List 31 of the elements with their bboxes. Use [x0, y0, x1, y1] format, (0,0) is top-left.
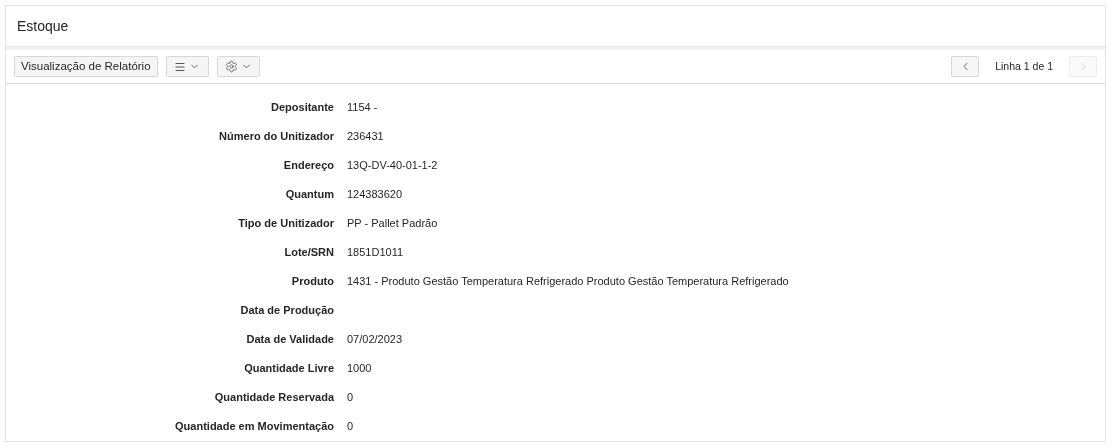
field-label: Quantidade em Movimentação — [174, 419, 334, 435]
field-label: Depositante — [270, 100, 334, 116]
field-label: Lote/SRN — [283, 245, 334, 261]
actions-menu-button[interactable] — [165, 56, 209, 78]
field-value: 0 — [347, 419, 354, 435]
field-label: Data de Validade — [245, 332, 334, 348]
field-label: Quantidade Reservada — [213, 390, 334, 406]
field-value: PP - Pallet Padrão — [347, 216, 438, 232]
field-label: Endereço — [282, 158, 334, 174]
previous-page-button[interactable] — [951, 56, 980, 78]
pagination-label: Linha 1 de 1 — [994, 58, 1054, 74]
field-label: Número do Unitizador — [218, 129, 334, 145]
field-label: Quantidade Livre — [243, 361, 334, 377]
settings-menu-button[interactable] — [216, 56, 260, 78]
field-value: 1851D1011 — [347, 245, 404, 261]
field-value: 124383620 — [347, 187, 403, 203]
field-value: 236431 — [347, 129, 384, 145]
field-value: 07/02/2023 — [347, 332, 403, 348]
field-label: Tipo de Unitizador — [237, 216, 334, 232]
field-value: 1154 - — [347, 100, 378, 116]
settings-icon — [224, 60, 238, 74]
field-label: Produto — [290, 274, 334, 290]
panel-title: Estoque — [17, 16, 69, 36]
menu-icon — [174, 60, 187, 73]
field-value: 0 — [347, 390, 354, 406]
field-label: Quantum — [284, 187, 334, 203]
field-value: 1431 - Produto Gestão Temperatura Refrigerado Produto Gestão Temperatura Refrigerado — [347, 274, 789, 290]
field-label: Data de Produção — [239, 303, 334, 319]
field-value: 1000 — [347, 361, 372, 377]
report-view-button[interactable]: Visualização de Relatório — [14, 56, 158, 78]
field-value: 13Q-DV-40-01-1-2 — [347, 158, 438, 174]
